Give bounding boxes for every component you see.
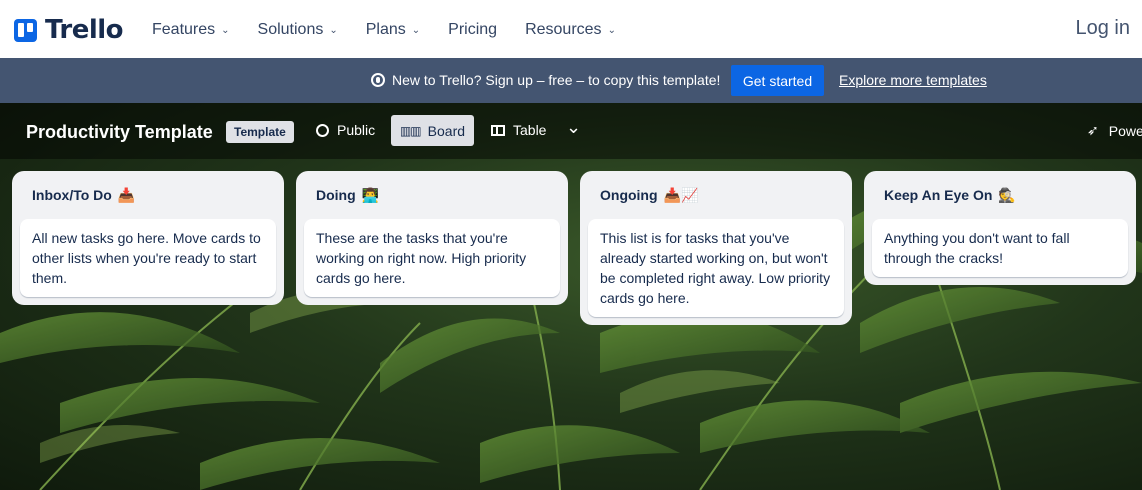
- card[interactable]: All new tasks go here. Move cards to oth…: [20, 219, 276, 297]
- signup-banner: New to Trello? Sign up – free – to copy …: [0, 58, 1142, 103]
- visibility-button[interactable]: Public: [316, 122, 375, 138]
- inbox-emoji-icon: 📥: [117, 186, 136, 203]
- rocket-icon: ➶: [1087, 122, 1099, 138]
- nav-links: Features ⌄ Solutions ⌄ Plans ⌄ Pricing Reso…: [152, 21, 616, 39]
- trello-logo-icon: [14, 18, 37, 42]
- logo-text: Trello: [45, 15, 124, 45]
- board-title[interactable]: Productivity Template: [26, 122, 213, 143]
- card[interactable]: Anything you don't want to fall through …: [872, 219, 1128, 277]
- template-badge: Template: [226, 121, 294, 143]
- nav-pricing[interactable]: Pricing: [448, 21, 497, 39]
- explore-templates-link[interactable]: Explore more templates: [839, 72, 987, 88]
- chevron-down-icon: ⌄: [411, 24, 421, 36]
- globe-icon: [316, 123, 329, 137]
- banner-text: New to Trello? Sign up – free – to copy …: [392, 72, 721, 88]
- list-title[interactable]: Inbox/To Do 📥: [20, 171, 276, 219]
- list-keep-an-eye-on[interactable]: Keep An Eye On 🕵️ Anything you don't wan…: [864, 171, 1136, 285]
- nav-resources[interactable]: Resources ⌄: [525, 21, 616, 39]
- nav-solutions[interactable]: Solutions ⌄: [258, 21, 338, 39]
- table-view-label: Table: [513, 122, 547, 138]
- visibility-label: Public: [337, 122, 376, 138]
- board-header: Productivity Template Template Public ▥▥…: [0, 103, 1142, 159]
- board-icon: ▥▥: [399, 123, 422, 138]
- list-ongoing[interactable]: Ongoing 📥📈 This list is for tasks that y…: [580, 171, 852, 325]
- chevron-down-icon: ⌄: [607, 24, 616, 36]
- technologist-emoji-icon: 👨‍💻: [361, 186, 380, 203]
- power-ups-label: Power-Ups: [1108, 122, 1142, 139]
- list-title[interactable]: Keep An Eye On 🕵️: [872, 171, 1128, 219]
- list-doing[interactable]: Doing 👨‍💻 These are the tasks that you'r…: [296, 171, 568, 305]
- list-title-text: Keep An Eye On: [884, 187, 993, 203]
- list-title[interactable]: Ongoing 📥📈: [588, 171, 844, 219]
- table-icon: [491, 124, 505, 136]
- card[interactable]: These are the tasks that you're working …: [304, 219, 560, 297]
- get-started-button[interactable]: Get started: [731, 65, 824, 96]
- list-title-text: Inbox/To Do: [32, 187, 112, 203]
- board-view-label: Board: [427, 122, 466, 139]
- table-view-button[interactable]: Table: [491, 122, 546, 138]
- trello-logo[interactable]: Trello: [14, 15, 124, 45]
- chart-emoji-icon: 📥📈: [663, 186, 699, 203]
- list-inbox[interactable]: Inbox/To Do 📥 All new tasks go here. Mov…: [12, 171, 284, 305]
- nav-features[interactable]: Features ⌄: [152, 21, 230, 39]
- list-title[interactable]: Doing 👨‍💻: [304, 171, 560, 219]
- list-title-text: Ongoing: [600, 187, 658, 203]
- board-view-button[interactable]: ▥▥ Board: [391, 115, 474, 146]
- card[interactable]: This list is for tasks that you've alrea…: [588, 219, 844, 317]
- info-icon: [371, 73, 385, 87]
- detective-emoji-icon: 🕵️: [998, 186, 1016, 203]
- top-nav: Trello Features ⌄ Solutions ⌄ Plans ⌄ Prici…: [0, 0, 1142, 58]
- views-chevron-down-icon[interactable]: ⌄: [566, 117, 581, 138]
- nav-plans[interactable]: Plans ⌄: [366, 21, 420, 39]
- chevron-down-icon: ⌄: [329, 24, 338, 36]
- chevron-down-icon: ⌄: [221, 24, 230, 36]
- login-link[interactable]: Log in: [1076, 17, 1131, 40]
- list-title-text: Doing: [316, 187, 356, 203]
- power-ups-button[interactable]: ➶ Power-Ups: [1087, 122, 1142, 139]
